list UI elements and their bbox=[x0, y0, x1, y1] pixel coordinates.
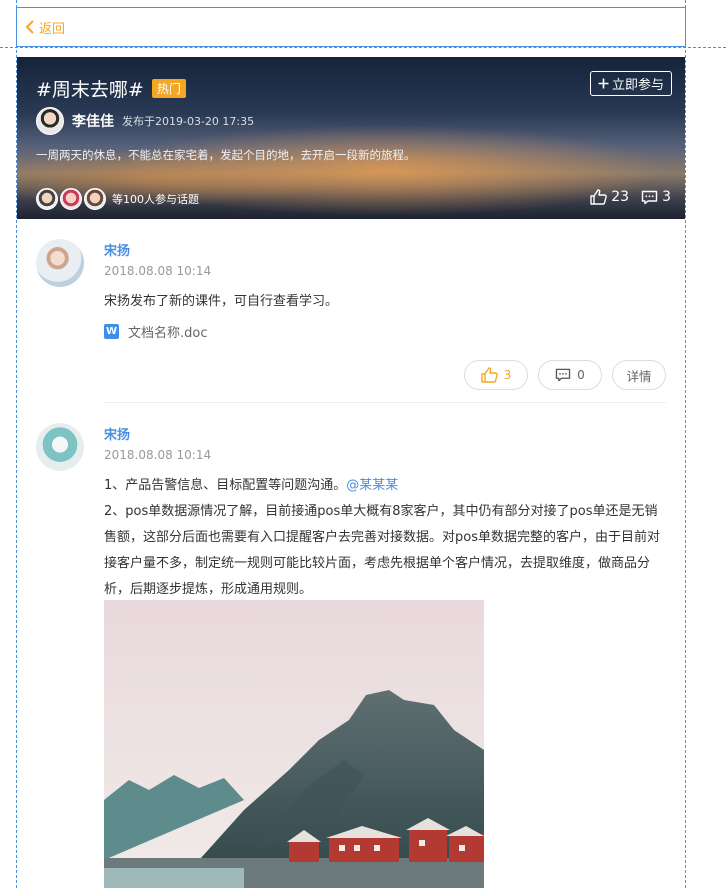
plus-icon bbox=[598, 78, 609, 89]
post-line: 1、产品告警信息、目标配置等问题沟通。@某某某 bbox=[104, 473, 666, 499]
comment-count: 3 bbox=[662, 189, 671, 205]
comment-icon bbox=[555, 368, 571, 382]
hot-badge: 热门 bbox=[151, 79, 186, 98]
avatar[interactable] bbox=[36, 107, 64, 135]
avatar bbox=[60, 188, 82, 210]
mountain-village-photo bbox=[104, 600, 484, 888]
thumbs-up-icon bbox=[480, 367, 498, 383]
post-actions: 3 0 详情 bbox=[464, 360, 666, 390]
participants[interactable]: 等100人参与话题 bbox=[36, 188, 199, 210]
detail-button[interactable]: 详情 bbox=[612, 360, 666, 390]
like-count: 23 bbox=[611, 189, 630, 205]
chevron-left-icon bbox=[25, 20, 34, 34]
participants-count: 等100人参与话题 bbox=[112, 193, 199, 206]
avatar bbox=[36, 188, 58, 210]
publish-time: 发布于2019-03-20 17:35 bbox=[122, 115, 255, 128]
join-label: 立即参与 bbox=[611, 78, 664, 93]
comment-icon bbox=[641, 190, 658, 204]
layout-guide bbox=[0, 47, 726, 48]
topic-title: #周末去哪# bbox=[36, 79, 144, 101]
topic-author: 李佳佳 发布于2019-03-20 17:35 bbox=[36, 107, 254, 135]
attachment-link[interactable]: W 文档名称.doc bbox=[104, 322, 208, 341]
comment-button[interactable]: 0 bbox=[538, 360, 602, 390]
topic-stats: 23 3 bbox=[590, 189, 671, 205]
back-label: 返回 bbox=[39, 21, 66, 37]
word-doc-icon: W bbox=[104, 324, 119, 339]
topic-comment-button[interactable]: 3 bbox=[641, 189, 671, 205]
thumbs-up-icon bbox=[590, 189, 608, 205]
topic-description: 一周两天的休息，不能总在家宅着，发起个目的地，去开启一段新的旅程。 bbox=[36, 148, 416, 162]
back-button[interactable]: 返回 bbox=[25, 18, 65, 37]
post-text: 1、产品告警信息、目标配置等问题沟通。 bbox=[104, 478, 347, 493]
join-button[interactable]: 立即参与 bbox=[589, 71, 672, 96]
post-content: 1、产品告警信息、目标配置等问题沟通。@某某某 2、pos单数据源情况了解，目前… bbox=[104, 473, 666, 603]
attachment-name: 文档名称.doc bbox=[128, 326, 208, 341]
topic-like-button[interactable]: 23 bbox=[590, 189, 629, 205]
like-button[interactable]: 3 bbox=[464, 360, 528, 390]
post-content: 宋扬发布了新的课件，可自行查看学习。 bbox=[104, 294, 339, 309]
comment-count: 0 bbox=[577, 368, 585, 382]
post-image[interactable] bbox=[104, 600, 484, 888]
post-paragraph: 2、pos单数据源情况了解，目前接通pos单大概有8家客户，其中仍有部分对接了p… bbox=[104, 504, 660, 597]
topic-title-row: #周末去哪# 热门 bbox=[36, 75, 186, 102]
avatar bbox=[84, 188, 106, 210]
post-time: 2018.08.08 10:14 bbox=[104, 448, 212, 462]
author-name[interactable]: 李佳佳 bbox=[72, 111, 114, 131]
avatar[interactable] bbox=[36, 239, 84, 287]
layout-guide bbox=[685, 0, 686, 888]
post-time: 2018.08.08 10:14 bbox=[104, 264, 212, 278]
post-author[interactable]: 宋扬 bbox=[104, 240, 130, 259]
feed-post: 宋扬 2018.08.08 10:14 宋扬发布了新的课件，可自行查看学习。 W… bbox=[36, 239, 668, 399]
post-author[interactable]: 宋扬 bbox=[104, 424, 130, 443]
like-count: 3 bbox=[503, 368, 512, 382]
avatar[interactable] bbox=[36, 423, 84, 471]
divider bbox=[104, 402, 666, 403]
mention-link[interactable]: @某某某 bbox=[346, 478, 398, 493]
top-nav-bar: 返回 bbox=[16, 7, 686, 47]
topic-banner: #周末去哪# 热门 立即参与 李佳佳 发布于2019-03-20 17:35 一… bbox=[17, 57, 685, 219]
